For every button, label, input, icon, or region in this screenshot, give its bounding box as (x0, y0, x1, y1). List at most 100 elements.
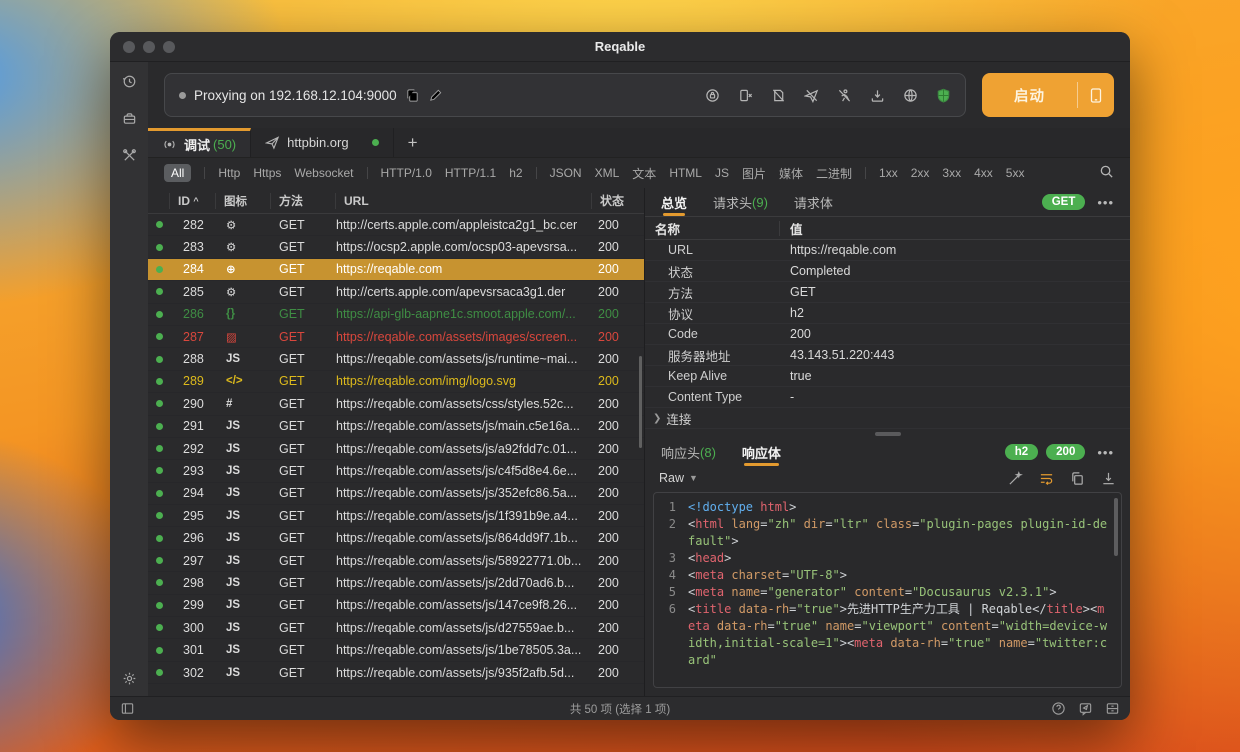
request-row-287[interactable]: 287 ▨ GET https://reqable.com/assets/images… (148, 326, 644, 349)
proxy-status-box[interactable]: Proxying on 192.168.12.104:9000 (164, 73, 966, 117)
gear-icon: ⚙ (226, 286, 237, 299)
overview-row-协议[interactable]: 协议 h2 (645, 303, 1130, 324)
request-row-302[interactable]: 302 JS GET https://reqable.com/assets/js/93… (148, 662, 644, 685)
copy-icon[interactable] (1070, 471, 1085, 486)
tab-debug[interactable]: 调试 (50) (148, 128, 252, 157)
filter-chip-http/1.1[interactable]: HTTP/1.1 (445, 166, 496, 180)
code-scrollbar[interactable] (1114, 498, 1118, 556)
request-row-285[interactable]: 285 ⚙ GET http://certs.apple.com/apevsrsaca… (148, 281, 644, 304)
more-options-icon[interactable]: ••• (1093, 445, 1114, 460)
filter-chip-5xx[interactable]: 5xx (1006, 166, 1025, 180)
more-options-icon[interactable]: ••• (1093, 195, 1114, 210)
overview-row-Code[interactable]: Code 200 (645, 324, 1130, 345)
word-wrap-icon[interactable] (1039, 471, 1054, 486)
request-row-299[interactable]: 299 JS GET https://reqable.com/assets/js/14… (148, 595, 644, 618)
filter-chip-http/1.0[interactable]: HTTP/1.0 (381, 166, 432, 180)
request-row-300[interactable]: 300 JS GET https://reqable.com/assets/js/d2… (148, 617, 644, 640)
filter-chip-3xx[interactable]: 3xx (942, 166, 961, 180)
filter-chip-xml[interactable]: XML (595, 166, 620, 180)
copy-address-icon[interactable] (405, 88, 420, 103)
filter-chip-js[interactable]: JS (715, 166, 729, 180)
overview-row-服务器地址[interactable]: 服务器地址 43.143.51.220:443 (645, 345, 1130, 366)
tools-icon[interactable] (122, 148, 137, 163)
format-wand-icon[interactable] (1008, 470, 1023, 486)
history-icon[interactable] (122, 74, 137, 89)
tab-request-body[interactable]: 请求体 (794, 188, 833, 216)
request-row-296[interactable]: 296 JS GET https://reqable.com/assets/js/86… (148, 527, 644, 550)
request-row-282[interactable]: 282 ⚙ GET http://certs.apple.com/appleistca… (148, 214, 644, 237)
overview-row-URL[interactable]: URL https://reqable.com (645, 240, 1130, 261)
request-row-283[interactable]: 283 ⚙ GET https://ocsp2.apple.com/ocsp03-ap… (148, 236, 644, 259)
filter-chip-json[interactable]: JSON (550, 166, 582, 180)
request-row-292[interactable]: 292 JS GET https://reqable.com/assets/js/a9… (148, 438, 644, 461)
request-row-289[interactable]: 289 </> GET https://reqable.com/img/logo.sv… (148, 371, 644, 394)
request-row-286[interactable]: 286 {} GET https://api-glb-aapne1c.smoot.ap… (148, 304, 644, 326)
add-tab-button[interactable]: + (394, 128, 432, 157)
filter-chip-图片[interactable]: 图片 (742, 165, 766, 182)
panel-splitter[interactable] (645, 429, 1130, 438)
request-status-dot (148, 377, 170, 385)
tab-response-body[interactable]: 响应体 (742, 438, 781, 466)
filter-chip-https[interactable]: Https (253, 166, 281, 180)
request-method: GET (279, 553, 305, 568)
request-row-294[interactable]: 294 JS GET https://reqable.com/assets/js/35… (148, 483, 644, 506)
filter-chip-2xx[interactable]: 2xx (911, 166, 930, 180)
send-off-icon[interactable] (804, 88, 819, 103)
chevron-right-icon[interactable]: ❯ (653, 413, 661, 424)
download-icon[interactable] (870, 88, 885, 103)
request-row-291[interactable]: 291 JS GET https://reqable.com/assets/js/ma… (148, 416, 644, 438)
edit-proxy-icon[interactable] (428, 88, 443, 103)
tab-request-headers[interactable]: 请求头 (9) (713, 188, 768, 216)
method-column-header[interactable]: 方法 (271, 192, 336, 209)
phone-disconnect-icon[interactable] (738, 88, 753, 103)
request-row-293[interactable]: 293 JS GET https://reqable.com/assets/js/c4… (148, 460, 644, 483)
script-off-icon[interactable] (771, 88, 786, 103)
filter-chip-4xx[interactable]: 4xx (974, 166, 993, 180)
request-list-scrollbar[interactable] (639, 356, 642, 448)
request-row-295[interactable]: 295 JS GET https://reqable.com/assets/js/1f… (148, 505, 644, 528)
filter-chip-文本[interactable]: 文本 (632, 165, 656, 182)
url-column-header[interactable]: URL (336, 192, 592, 209)
filter-chip-html[interactable]: HTML (669, 166, 702, 180)
run-off-icon[interactable] (837, 88, 852, 103)
overview-row-Keep Alive[interactable]: Keep Alive true (645, 366, 1130, 387)
filter-chip-媒体[interactable]: 媒体 (779, 165, 803, 182)
search-icon[interactable] (1099, 164, 1114, 182)
start-button[interactable]: 启动 (982, 73, 1114, 117)
filter-chip-二进制[interactable]: 二进制 (816, 165, 852, 182)
security-on-icon[interactable] (936, 88, 951, 103)
download-body-icon[interactable] (1101, 471, 1116, 486)
overview-row-连接[interactable]: ❯ 连接 (645, 408, 1130, 429)
request-row-288[interactable]: 288 JS GET https://reqable.com/assets/js/ru… (148, 348, 644, 371)
toolbox-icon[interactable] (122, 111, 137, 126)
chevron-down-icon[interactable]: ▼ (689, 473, 698, 483)
icon-column-header[interactable]: 图标 (216, 192, 271, 209)
tab-httpbin[interactable]: httpbin.org (251, 128, 394, 157)
request-row-284[interactable]: 284 ⊕ GET https://reqable.com 200 (148, 258, 644, 282)
hash-icon: # (226, 397, 233, 410)
tab-overview[interactable]: 总览 (661, 188, 687, 216)
overview-row-方法[interactable]: 方法 GET (645, 282, 1130, 303)
filter-chip-1xx[interactable]: 1xx (879, 166, 898, 180)
response-detail-tabs: 响应头 (8) 响应体 h2 200 ••• (645, 438, 1130, 466)
network-icon[interactable] (903, 88, 918, 103)
request-status-dot (148, 534, 170, 542)
mobile-device-icon[interactable] (1078, 87, 1114, 103)
overview-row-Content Type[interactable]: Content Type - (645, 387, 1130, 408)
overview-row-状态[interactable]: 状态 Completed (645, 261, 1130, 282)
filter-chip-http[interactable]: Http (218, 166, 240, 180)
settings-icon[interactable] (122, 671, 137, 686)
filter-chip-websocket[interactable]: Websocket (294, 166, 353, 180)
request-row-298[interactable]: 298 JS GET https://reqable.com/assets/js/2d… (148, 572, 644, 595)
view-mode-dropdown[interactable]: Raw (659, 471, 684, 485)
id-column-header[interactable]: ID ^ (170, 192, 216, 209)
shield-lock-icon[interactable] (705, 88, 720, 103)
status-column-header[interactable]: 状态 (592, 193, 644, 209)
request-row-290[interactable]: 290 # GET https://reqable.com/assets/css/st… (148, 393, 644, 416)
tab-response-headers[interactable]: 响应头 (8) (661, 438, 716, 466)
request-row-301[interactable]: 301 JS GET https://reqable.com/assets/js/1b… (148, 639, 644, 662)
filter-chip-h2[interactable]: h2 (509, 166, 522, 180)
response-body-viewer[interactable]: 1 <!doctype html> 2 <html lang="zh" dir="lt… (653, 492, 1122, 688)
filter-chip-all[interactable]: All (164, 164, 192, 182)
request-row-297[interactable]: 297 JS GET https://reqable.com/assets/js/58… (148, 550, 644, 573)
